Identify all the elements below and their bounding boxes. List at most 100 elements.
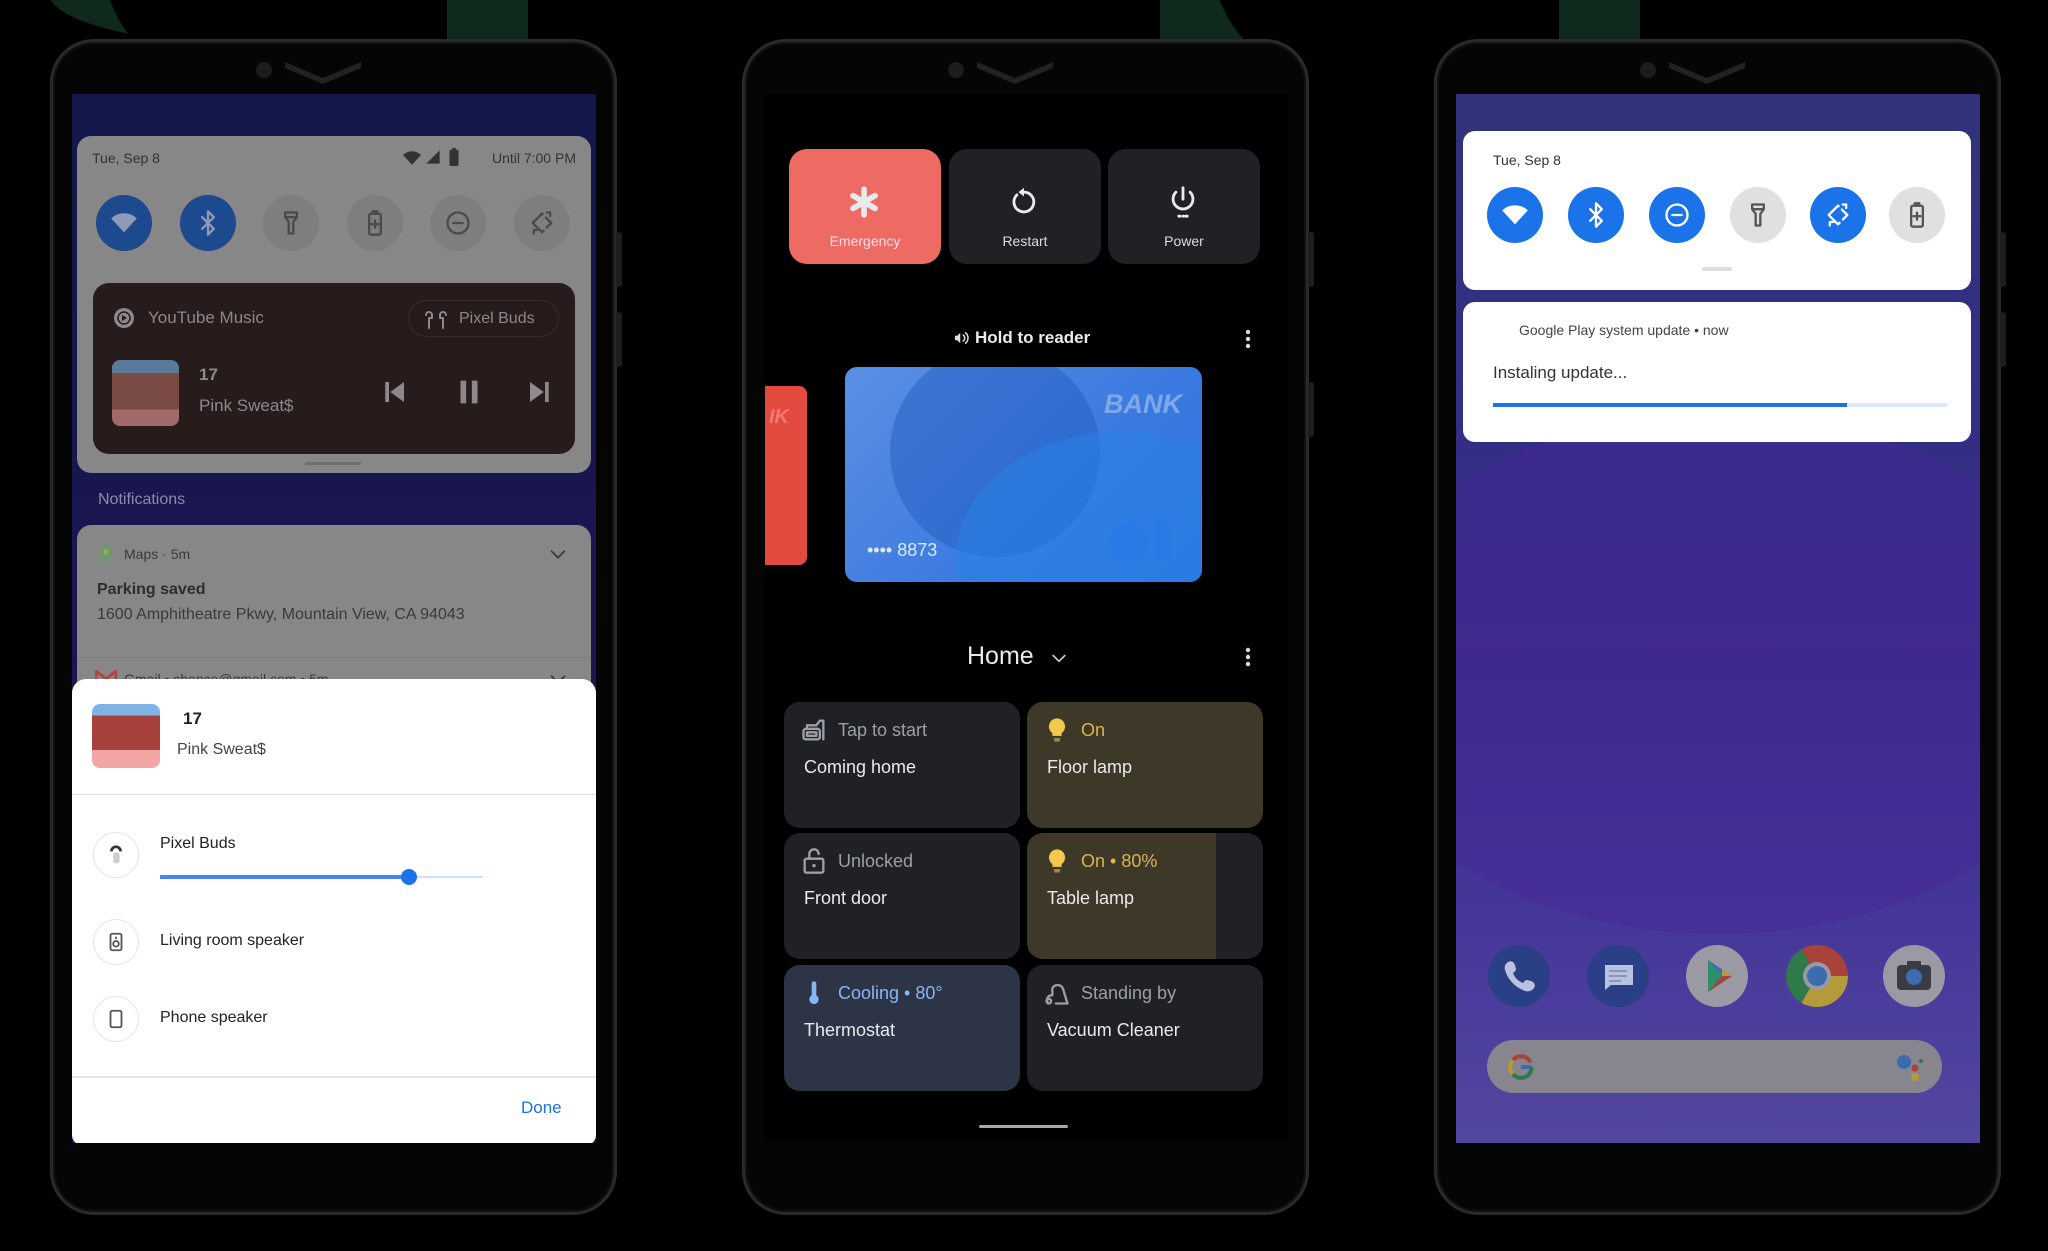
notification-body: 1600 Amphitheatre Pkwy, Mountain View, C… [97, 606, 465, 623]
quick-tile-dnd[interactable] [430, 195, 486, 251]
control-name: Thermostat [804, 1020, 896, 1040]
notification-system-update[interactable]: Google Play system update • now Instalin… [1463, 302, 1971, 442]
sheet-artist: Pink Sweat$ [177, 741, 266, 758]
skip-previous-icon[interactable] [379, 377, 409, 407]
skip-next-icon[interactable] [525, 377, 555, 407]
camera [256, 62, 272, 78]
quick-tile-auto-rotate[interactable] [514, 195, 570, 251]
control-tile-table-lamp[interactable]: On • 80% Table lamp [1027, 833, 1263, 959]
auto-rotate-icon [1824, 201, 1852, 229]
bulb-icon [1043, 716, 1071, 744]
decor-stem [1559, 0, 1640, 40]
restart-icon [1007, 185, 1041, 219]
device-row-phone-speaker[interactable]: Phone speaker [72, 988, 596, 1052]
phone-app-icon[interactable] [1488, 945, 1550, 1007]
control-tile-floor-lamp[interactable]: On Floor lamp [1027, 702, 1263, 828]
asterisk-icon [847, 185, 881, 219]
device-label: Pixel Buds [160, 835, 236, 852]
quick-settings-panel: Tue, Sep 8 [1463, 131, 1971, 290]
media-artist: Pink Sweat$ [199, 396, 294, 415]
control-tile-vacuum-cleaner[interactable]: Standing by Vacuum Cleaner [1027, 965, 1263, 1091]
card-logo [1153, 522, 1171, 562]
chrome-icon[interactable] [1786, 945, 1848, 1007]
restart-button[interactable]: Restart [949, 149, 1101, 264]
bluetooth-icon [194, 209, 222, 237]
emergency-button[interactable]: Emergency [789, 149, 941, 264]
camera-icon[interactable] [1883, 945, 1945, 1007]
control-status: Standing by [1081, 983, 1177, 1003]
output-switcher-chip[interactable]: Pixel Buds [408, 300, 559, 337]
quick-tile-flashlight[interactable] [263, 195, 319, 251]
control-status: Unlocked [838, 851, 914, 871]
quick-tile-wifi[interactable] [96, 195, 152, 251]
quick-tile-auto-rotate[interactable] [1810, 187, 1866, 243]
dnd-icon [1663, 201, 1691, 229]
dnd-icon [444, 209, 472, 237]
restart-label: Restart [1002, 233, 1048, 249]
pixel-buds-icon [105, 844, 127, 866]
google-g-icon [1508, 1054, 1534, 1080]
media-player-card[interactable]: YouTube Music Pixel Buds 17 Pink Sweat$ [93, 283, 575, 454]
done-button[interactable]: Done [521, 1098, 562, 1118]
quick-tile-flashlight[interactable] [1730, 187, 1786, 243]
panel-drag-handle[interactable] [1702, 267, 1732, 271]
power-off-button[interactable]: Power [1108, 149, 1260, 264]
power-button[interactable] [1308, 382, 1314, 437]
quick-settings-panel: Tue, Sep 8 Until 7:00 PM YouTube Music P… [77, 136, 591, 473]
power-button[interactable] [616, 312, 622, 367]
panel-drag-handle[interactable] [305, 462, 361, 465]
device-row-pixel-buds[interactable]: Pixel Buds [72, 824, 596, 904]
notification-maps[interactable]: Maps · 5m Parking saved 1600 Amphitheatr… [77, 525, 591, 695]
quick-tile-battery-saver[interactable] [347, 195, 403, 251]
volume-button[interactable] [616, 232, 622, 287]
messages-icon[interactable] [1587, 945, 1649, 1007]
control-tile-front-door[interactable]: Unlocked Front door [784, 833, 1020, 959]
volume-slider[interactable] [160, 869, 483, 885]
volume-button[interactable] [1308, 232, 1314, 287]
more-vert-icon[interactable] [1236, 327, 1260, 351]
control-status: On • 80% [1081, 851, 1158, 871]
camera [1640, 62, 1656, 78]
phone-speaker-icon [105, 1008, 127, 1030]
volume-button[interactable] [2000, 232, 2006, 287]
emergency-label: Emergency [829, 233, 901, 249]
media-title: 17 [199, 365, 218, 384]
notifications-header: Notifications [98, 491, 186, 508]
quick-tile-wifi[interactable] [1487, 187, 1543, 243]
structure-selector[interactable]: Home [959, 642, 1079, 674]
quick-tile-bluetooth[interactable] [180, 195, 236, 251]
slider-thumb[interactable] [400, 869, 417, 885]
decor-stem [447, 0, 528, 40]
play-store-icon[interactable] [1686, 945, 1748, 1007]
device-label: Phone speaker [160, 1009, 268, 1026]
power-button[interactable] [2000, 312, 2006, 367]
gesture-nav-bar[interactable] [979, 1125, 1068, 1128]
youtube-music-icon [112, 306, 136, 330]
device-row-living-room-speaker[interactable]: Living room speaker [72, 911, 596, 975]
divider [72, 1076, 596, 1078]
quick-tile-dnd[interactable] [1649, 187, 1705, 243]
wallet-card-partial[interactable]: IK [765, 386, 807, 565]
more-vert-icon[interactable] [1236, 645, 1260, 669]
control-status: Cooling • 80° [838, 983, 943, 1003]
wifi-icon [110, 209, 138, 237]
control-tile-coming-home[interactable]: Tap to start Coming home [784, 702, 1020, 828]
auto-rotate-icon [528, 209, 556, 237]
camera [948, 62, 964, 78]
wallet-hint: Hold to reader [975, 328, 1091, 347]
phone-frame-left: Tue, Sep 8 Until 7:00 PM YouTube Music P… [50, 39, 622, 1215]
control-tile-thermostat[interactable]: Cooling • 80° Thermostat [784, 965, 1020, 1091]
card-brand: BANK [1104, 389, 1182, 419]
google-search-bar[interactable] [1487, 1040, 1942, 1093]
chevron-down-icon[interactable] [547, 543, 569, 565]
speaker-grille [977, 62, 1053, 84]
assistant-mic-icon[interactable] [1895, 1052, 1927, 1082]
pause-icon[interactable] [452, 375, 486, 409]
speaker-grille [285, 62, 361, 84]
control-name: Vacuum Cleaner [1047, 1020, 1180, 1040]
wallet-card[interactable]: BANK •••• 8873 [845, 367, 1202, 582]
vacuum-icon [1043, 979, 1071, 1007]
quick-tile-battery-saver[interactable] [1889, 187, 1945, 243]
quick-tile-bluetooth[interactable] [1568, 187, 1624, 243]
control-name: Front door [804, 888, 888, 908]
